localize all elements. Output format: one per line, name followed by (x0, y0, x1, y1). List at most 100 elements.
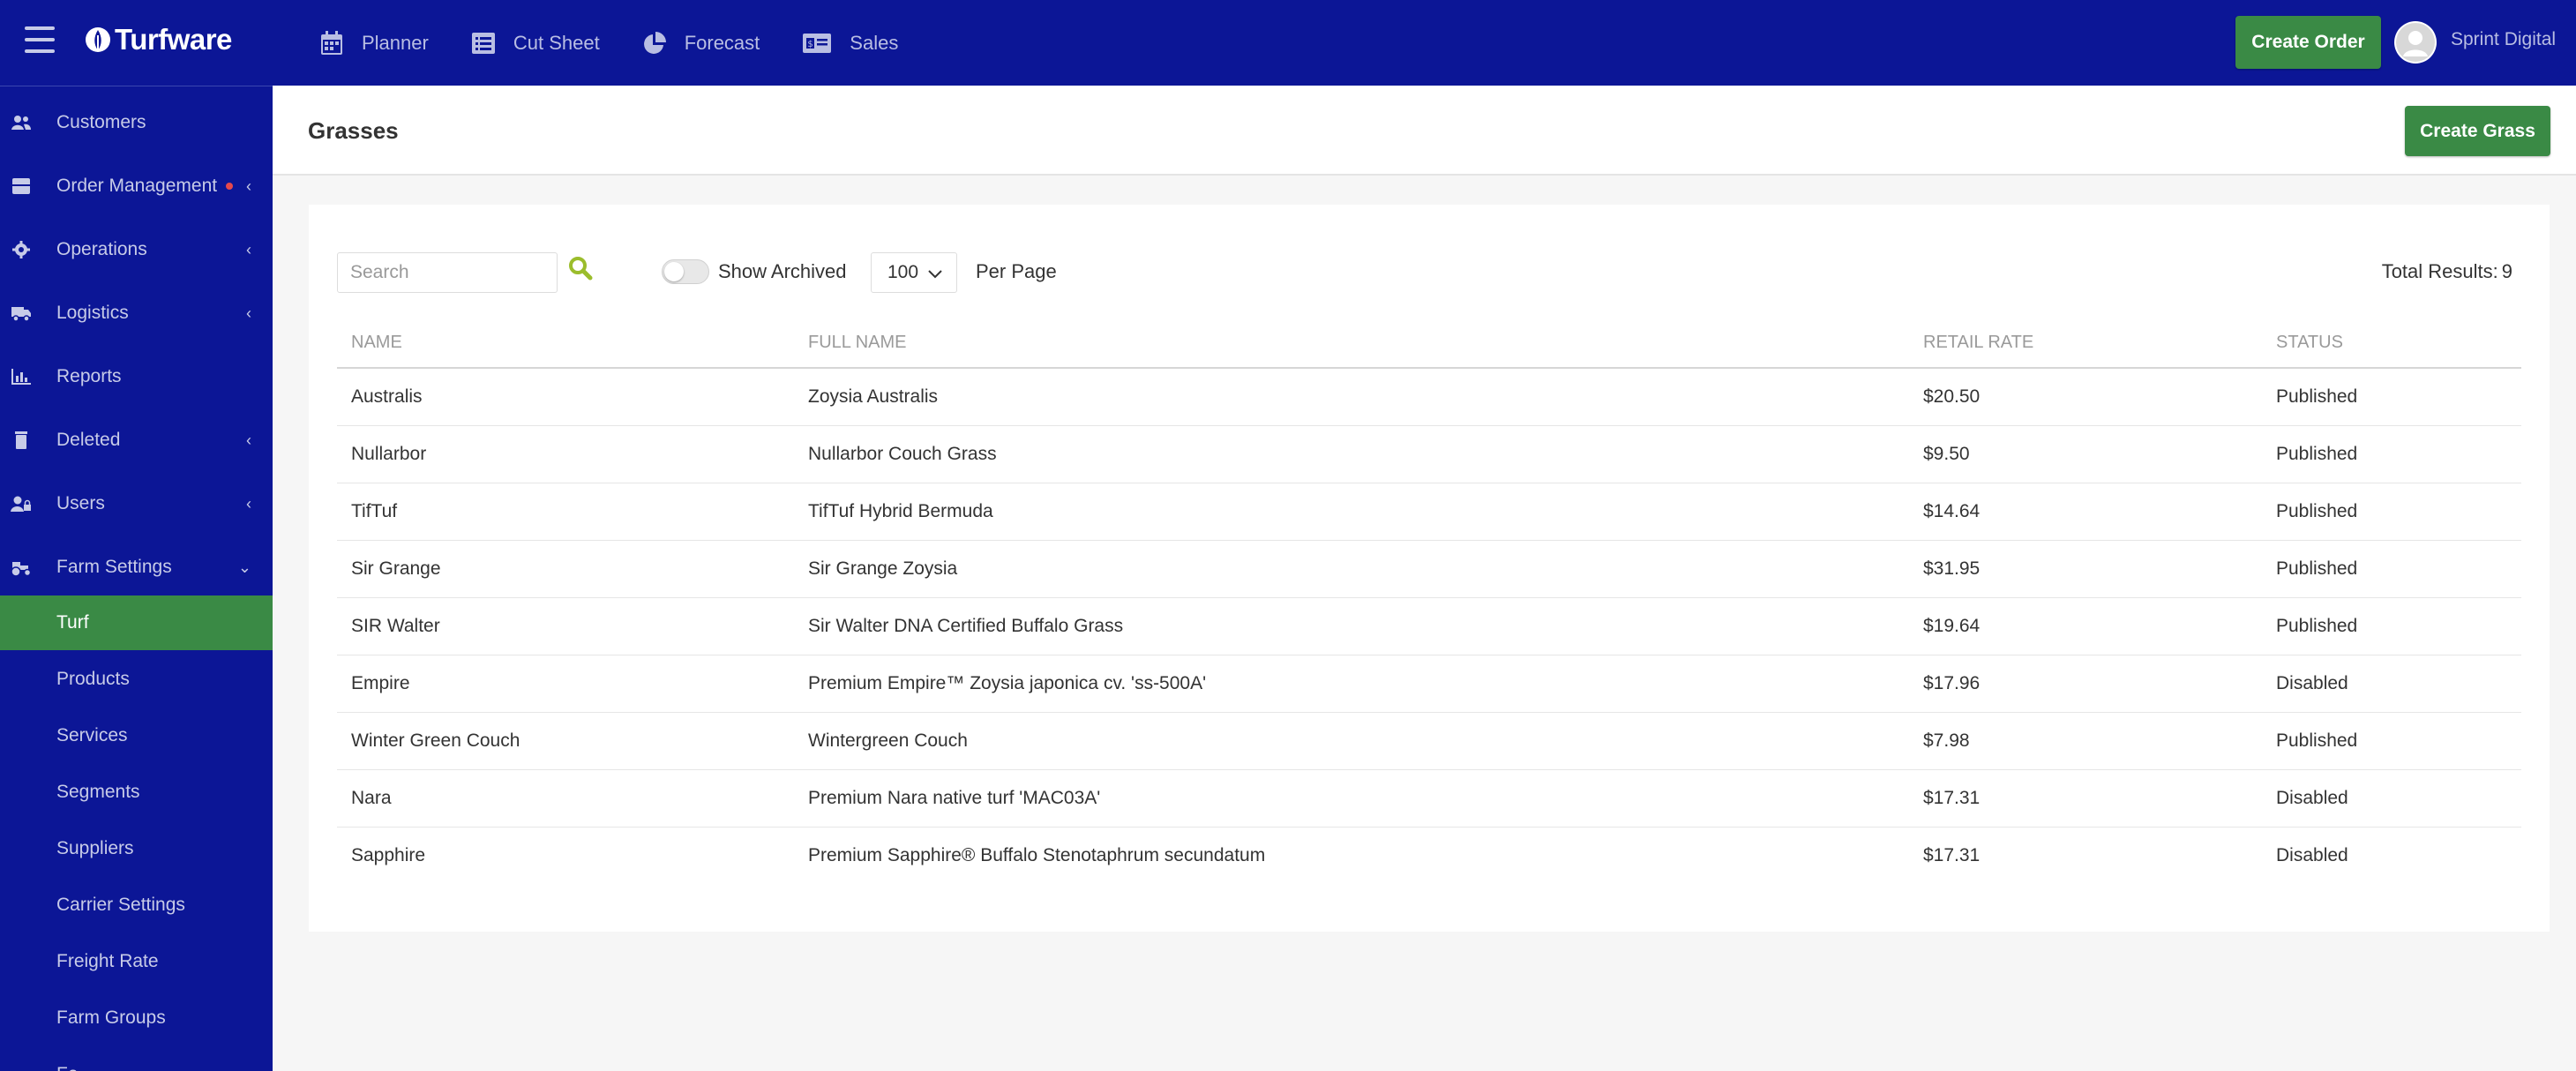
column-header-status[interactable]: Status (2262, 318, 2521, 369)
per-page-label: Per Page (976, 260, 1057, 282)
cell-name: Nullarbor (337, 425, 794, 483)
table-row[interactable]: Empire Premium Empire™ Zoysia japonica cv… (337, 655, 2521, 713)
search-icon[interactable] (568, 256, 593, 281)
order-management-text: Order Management (56, 176, 218, 196)
cell-retail-rate: $20.50 (1909, 368, 2262, 426)
table-row[interactable]: Winter Green Couch Wintergreen Couch $7.98… (337, 712, 2521, 770)
chart-icon (11, 369, 31, 385)
sidebar-item-farm-settings[interactable]: Farm Settings ⌄ (0, 540, 273, 595)
sidebar-sub-item-services[interactable]: Services (0, 708, 273, 763)
avatar[interactable] (2394, 21, 2437, 64)
chevron-down-icon (928, 270, 942, 279)
sidebar-sub-item-freight-rate[interactable]: Freight Rate (0, 934, 273, 989)
cell-name: Empire (337, 655, 794, 713)
column-header-retail-rate[interactable]: Retail Rate (1909, 318, 2262, 369)
chevron-left-icon[interactable]: ‹ (246, 241, 251, 259)
sidebar-sub-item-products[interactable]: Products (0, 652, 273, 707)
chevron-left-icon[interactable]: ‹ (246, 177, 251, 196)
cell-name: Winter Green Couch (337, 712, 794, 770)
sidebar-item-operations[interactable]: Operations ‹ (0, 222, 273, 277)
sidebar-sub-item-suppliers[interactable]: Suppliers (0, 821, 273, 876)
cell-status: Disabled (2276, 844, 2348, 865)
sidebar-sub-item-partial[interactable]: Fe... (0, 1047, 273, 1071)
cell-full-name: Premium Empire™ Zoysia japonica cv. 'ss-… (794, 655, 1909, 713)
table-row[interactable]: Australis Zoysia Australis $20.50 Published (337, 368, 2521, 426)
cell-status: Disabled (2262, 655, 2521, 713)
cell-name: TifTuf (337, 483, 794, 541)
cell-retail-rate: $17.96 (1909, 655, 2262, 713)
sidebar-sub-item-carrier-settings[interactable]: Carrier Settings (0, 878, 273, 932)
sidebar-item-order-management[interactable]: Order Management ‹ (0, 159, 273, 213)
nav-cut-sheet[interactable]: Cut Sheet (471, 32, 600, 55)
chevron-left-icon[interactable]: ‹ (246, 304, 251, 323)
nav-forecast[interactable]: Forecast (642, 31, 760, 56)
user-avatar-icon (2396, 23, 2435, 62)
trash-icon (15, 431, 27, 449)
app-name: Turfware (115, 23, 232, 56)
gear-icon (12, 241, 30, 258)
show-archived-toggle[interactable] (662, 259, 709, 284)
truck-icon (11, 307, 31, 322)
sidebar-item-label: Users (56, 493, 105, 513)
list-icon (471, 32, 495, 54)
column-header-full-name[interactable]: Full Name (794, 318, 1909, 369)
cell-status: Disabled (2262, 769, 2521, 828)
cell-status: Published (2262, 597, 2521, 655)
nav-planner[interactable]: Planner (319, 30, 429, 56)
cell-retail-rate: $17.31 (1909, 769, 2262, 828)
table-row[interactable]: Nullarbor Nullarbor Couch Grass $9.50 Publi… (337, 425, 2521, 483)
sidebar-item-label: Customers (56, 112, 146, 132)
page-title: Grasses (308, 117, 399, 144)
chevron-left-icon[interactable]: ‹ (246, 431, 251, 450)
table-row[interactable]: TifTuf TifTuf Hybrid Bermuda $14.64 Publish… (337, 483, 2521, 541)
sidebar-item-label: Order Management (56, 176, 234, 197)
sidebar-item-label: Operations (56, 239, 147, 259)
cell-retail-rate: $7.98 (1909, 712, 2262, 770)
box-icon (12, 178, 30, 194)
chevron-down-icon[interactable]: ⌄ (238, 558, 251, 577)
create-grass-button[interactable]: Create Grass (2405, 106, 2550, 156)
nav-cut-sheet-label: Cut Sheet (513, 31, 600, 54)
cell-full-name: Premium Nara native turf 'MAC03A' (794, 769, 1909, 828)
total-results-value: 9 (2501, 260, 2512, 282)
cell-status: Published (2262, 368, 2521, 426)
cell-retail-rate: $14.64 (1909, 483, 2262, 541)
cell-status: Published (2262, 483, 2521, 541)
cell-full-name: Wintergreen Couch (794, 712, 1909, 770)
show-archived-label: Show Archived (718, 260, 847, 282)
column-header-name[interactable]: Name (337, 318, 794, 369)
cell-full-name: Sir Grange Zoysia (794, 540, 1909, 598)
turf-logo-icon (86, 27, 110, 52)
sidebar-item-reports[interactable]: Reports (0, 349, 273, 404)
hamburger-menu-icon[interactable] (25, 26, 55, 53)
sidebar-sub-item-farm-groups[interactable]: Farm Groups (0, 991, 273, 1045)
table-row[interactable]: SIR Walter Sir Walter DNA Certified Buffa… (337, 597, 2521, 655)
users-icon (11, 116, 31, 130)
sidebar-item-label: Reports (56, 366, 122, 386)
sidebar-sub-item-segments[interactable]: Segments (0, 765, 273, 820)
table-row[interactable]: Sir Grange Sir Grange Zoysia $31.95 Publish… (337, 540, 2521, 598)
nav-planner-label: Planner (362, 31, 429, 54)
sidebar-item-customers[interactable]: Customers (0, 95, 273, 150)
create-order-button[interactable]: Create Order (2235, 16, 2381, 69)
sidebar-item-logistics[interactable]: Logistics ‹ (0, 286, 273, 341)
per-page-select[interactable]: 100 (871, 252, 957, 293)
svg-text:$: $ (808, 40, 813, 49)
page-header: Grasses Create Grass (273, 86, 2576, 176)
user-name[interactable]: Sprint Digital (2451, 29, 2556, 50)
sidebar-item-users[interactable]: Users ‹ (0, 476, 273, 531)
per-page-value: 100 (887, 262, 919, 282)
table-row[interactable]: Nara Premium Nara native turf 'MAC03A' $17… (337, 769, 2521, 828)
top-bar: Turfware Planner Cut Sheet Forecast $ Sa… (0, 0, 2576, 86)
user-lock-icon (11, 496, 31, 512)
sidebar-sub-item-turf[interactable]: Turf (0, 595, 273, 650)
search-input[interactable] (337, 252, 558, 293)
table-row[interactable]: Sapphire Premium Sapphire® Buffalo Stenot… (337, 827, 2521, 884)
chevron-left-icon[interactable]: ‹ (246, 495, 251, 513)
nav-sales[interactable]: $ Sales (802, 32, 898, 55)
sidebar-item-deleted[interactable]: Deleted ‹ (0, 413, 273, 468)
app-logo[interactable]: Turfware (85, 23, 232, 56)
sidebar-item-label: Deleted (56, 430, 121, 450)
cell-full-name: Premium Sapphire® Buffalo Stenotaphrum s… (808, 844, 1266, 865)
cell-name: Australis (337, 368, 794, 426)
